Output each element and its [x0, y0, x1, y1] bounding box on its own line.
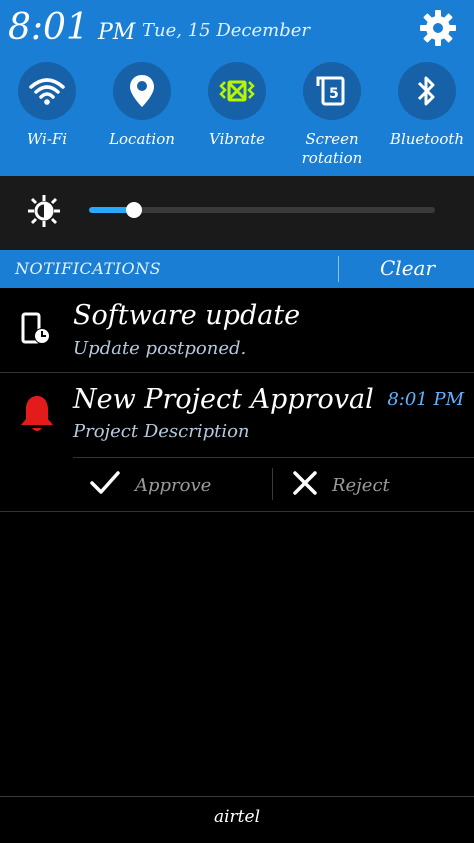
toggle-vibrate[interactable]: Vibrate: [190, 62, 284, 149]
carrier-bar: airtel: [0, 796, 474, 843]
toggle-location[interactable]: Location: [95, 62, 189, 149]
toggle-bluetooth-label: Bluetooth: [389, 130, 465, 148]
date-label: Tue, 15 December: [142, 20, 310, 41]
toggle-screen-rotation[interactable]: 5 Screen rotation: [285, 62, 379, 168]
notification-time: 8:01 PM: [387, 389, 464, 410]
toggle-screen-rotation-label: Screen rotation: [301, 130, 363, 167]
toggle-wifi-label: Wi-Fi: [26, 130, 68, 148]
location-icon: [113, 62, 171, 120]
notification-project-approval[interactable]: New Project Approval 8:01 PM Project Des…: [0, 373, 474, 512]
brightness-slider-thumb[interactable]: [125, 202, 142, 218]
settings-gear-icon[interactable]: [416, 6, 460, 50]
approve-label: Approve: [135, 474, 212, 496]
notification-actions: Approve Reject: [73, 457, 474, 512]
screen-rotation-icon: 5: [303, 62, 361, 120]
notifications-title: NOTIFICATIONS: [15, 259, 162, 278]
brightness-panel: [0, 176, 474, 250]
clock-ampm: PM: [98, 20, 136, 45]
reject-label: Reject: [332, 474, 390, 496]
notification-software-update[interactable]: Software update Update postponed.: [0, 288, 474, 373]
toggle-wifi[interactable]: Wi-Fi: [0, 62, 94, 149]
quick-panel-header: 8:01 PM Tue, 15 December Wi-Fi Location …: [0, 0, 474, 176]
notifications-header: NOTIFICATIONS Clear: [0, 250, 474, 288]
software-update-icon: [20, 312, 52, 350]
carrier-label: airtel: [213, 807, 261, 827]
clear-button[interactable]: Clear: [380, 256, 435, 280]
toggle-bluetooth[interactable]: Bluetooth: [380, 62, 474, 149]
notification-title: Software update: [73, 300, 301, 331]
bell-icon: [18, 393, 56, 439]
toggle-vibrate-label: Vibrate: [209, 130, 265, 148]
approve-button[interactable]: Approve: [89, 458, 211, 512]
svg-text:5: 5: [329, 86, 339, 102]
actions-divider: [272, 468, 273, 500]
vibrate-icon: [208, 62, 266, 120]
bluetooth-icon: [398, 62, 456, 120]
wifi-icon: [18, 62, 76, 120]
notification-subtitle: Update postponed.: [73, 338, 247, 359]
notification-title: New Project Approval: [73, 384, 374, 415]
header-divider: [338, 256, 339, 282]
check-icon: [89, 470, 121, 500]
reject-button[interactable]: Reject: [292, 458, 390, 512]
quick-settings-toggles: Wi-Fi Location Vibrate 5 Screen rotation…: [0, 62, 474, 170]
notification-subtitle: Project Description: [73, 421, 250, 442]
toggle-location-label: Location: [109, 130, 175, 148]
brightness-icon[interactable]: [26, 193, 62, 229]
close-icon: [292, 470, 318, 500]
clock-time: 8:01: [8, 7, 89, 48]
